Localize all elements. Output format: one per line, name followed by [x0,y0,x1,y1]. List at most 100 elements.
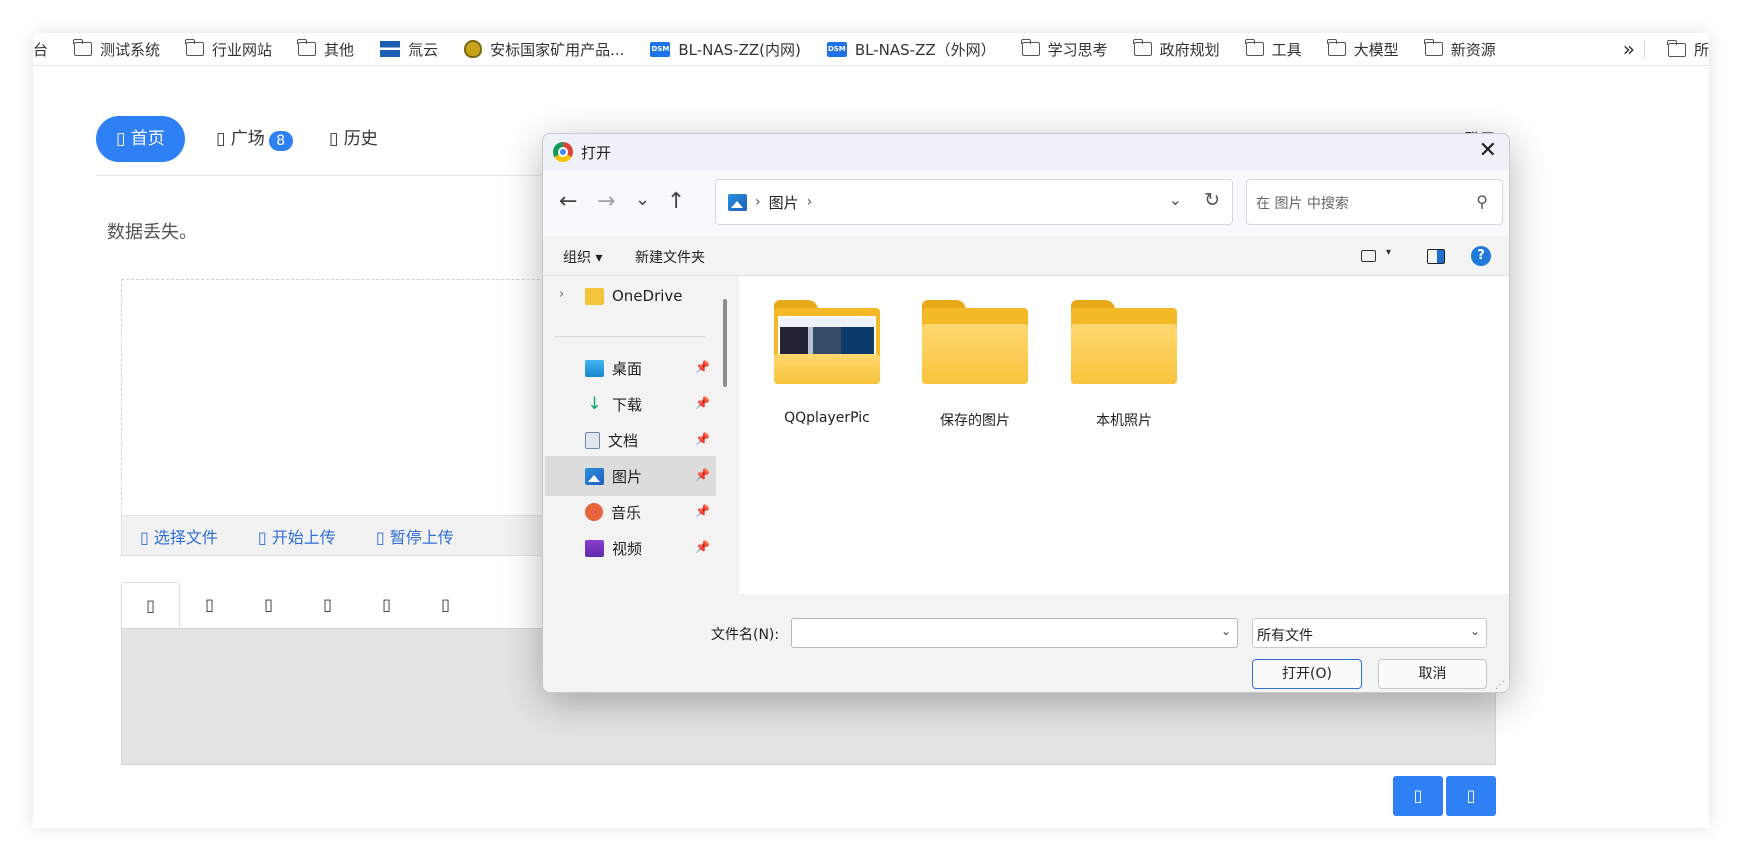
bookmark-item[interactable]: 学习思考 [1021,33,1108,65]
bookmark-label: 行业网站 [212,40,273,59]
folder-name: 本机照片 [1096,413,1152,429]
bookmark-item[interactable]: 工具 [1245,33,1302,65]
bookmark-item[interactable]: 安标国家矿用产品... [464,33,624,65]
bookmark-label: 学习思考 [1047,40,1108,59]
bookmark-item[interactable]: 台 [33,33,49,65]
folder-icon [297,39,317,56]
folder-icon [185,39,205,56]
open-button[interactable]: 打开(O) [1252,659,1362,689]
pin-icon: 📌 [695,504,710,518]
sidebar-item-music[interactable]: 音乐 📌 [545,492,716,532]
bookmarks-bar: 台 测试系统 行业网站 其他 氚云 安标国家矿用产品... DSM BL-NAS-ZZ(内网)… [33,33,1709,66]
chevron-down-icon[interactable]: ⌄ [1221,624,1231,638]
bookmark-label: 台 [33,40,49,59]
pin-icon: 📌 [695,468,710,482]
folder-item-qqplayerpic[interactable]: QQplayerPic [767,300,887,426]
folder-item-camera-roll[interactable]: 本机照片 [1064,300,1184,430]
bookmark-item[interactable]: DSM BL-NAS-ZZ(内网) [650,33,801,65]
new-folder-button[interactable]: 新建文件夹 [635,247,705,267]
document-icon [585,431,600,449]
bookmark-label: 大模型 [1353,40,1399,59]
bookmark-item-last[interactable]: 所 [1667,33,1709,66]
sidebar-item-documents[interactable]: 文档 📌 [545,420,716,460]
filename-label: 文件名(N): [711,627,780,643]
up-button[interactable]: ↑ [667,190,685,214]
breadcrumb-separator: › [755,194,761,210]
bookmark-item[interactable]: 其他 [297,33,354,65]
bookmarks-overflow-button[interactable]: » [1623,33,1635,66]
action-button-2[interactable]: ▯ [1446,776,1496,816]
tab-6[interactable]: ▯ [416,582,475,628]
shield-badge-icon [464,40,483,58]
tab-1[interactable]: ▯ [121,582,180,628]
bookmark-item[interactable]: 政府规划 [1133,33,1220,65]
view-dropdown-icon[interactable]: ▾ [1386,247,1391,258]
command-bar: 组织 ▾ 新建文件夹 ▾ ? [543,236,1509,276]
folder-name: QQplayerPic [784,410,870,426]
file-list: QQplayerPic 保存的图片 本机照片 [739,276,1509,594]
nav-square[interactable]: ▯ 广场 8 [196,116,313,162]
bookmark-label: 工具 [1271,40,1302,59]
search-box[interactable]: 在 图片 中搜索 ⚲ [1246,179,1503,225]
bookmark-label: 氚云 [408,40,439,59]
breadcrumb-pictures[interactable]: 图片 [769,192,799,213]
folder-icon [774,300,880,384]
sidebar-item-videos[interactable]: 视频 📌 [545,528,716,568]
action-button-1[interactable]: ▯ [1393,776,1443,816]
bookmark-item[interactable]: 氚云 [380,33,439,65]
sidebar-item-onedrive[interactable]: › OneDrive [545,276,716,316]
tab-5[interactable]: ▯ [357,582,416,628]
back-button[interactable]: ← [559,190,577,214]
close-button[interactable]: ✕ [1479,138,1497,163]
cancel-button[interactable]: 取消 [1378,659,1487,689]
folder-item-saved-pictures[interactable]: 保存的图片 [915,300,1035,430]
help-icon[interactable]: ? [1471,246,1491,266]
bookmark-item[interactable]: 新资源 [1424,33,1496,65]
address-bar[interactable]: › 图片 › ⌄ ↻ [715,179,1233,225]
sidebar-item-pictures[interactable]: 图片 📌 [545,456,716,496]
sidebar-item-downloads[interactable]: ↓ 下载 📌 [545,384,716,424]
bookmark-label: 测试系统 [100,40,161,59]
bookmark-label: BL-NAS-ZZ（外网） [854,40,996,59]
pin-icon: 📌 [695,360,710,374]
file-type-select[interactable]: 所有文件 ⌄ [1252,618,1487,648]
sidebar-item-label: 下载 [612,395,643,414]
address-dropdown-button[interactable]: ⌄ [1169,190,1182,209]
preview-pane-icon[interactable] [1427,249,1445,264]
tab-2[interactable]: ▯ [180,582,239,628]
download-icon: ↓ [587,393,602,414]
pin-icon: 📌 [695,396,710,410]
start-upload-button[interactable]: ▯ 开始上传 [258,524,336,548]
breadcrumb-chevron[interactable]: › [807,194,813,210]
bookmark-item[interactable]: 行业网站 [185,33,273,65]
bookmark-item[interactable]: 测试系统 [73,33,161,65]
sidebar-item-label: 音乐 [611,503,642,522]
tab-strip: ▯ ▯ ▯ ▯ ▯ ▯ [121,582,475,628]
select-file-button[interactable]: ▯ 选择文件 [140,524,218,548]
sidebar-item-desktop[interactable]: 桌面 📌 [545,348,716,388]
pictures-icon [728,193,747,211]
expand-chevron-icon[interactable]: › [559,287,564,302]
bookmark-item[interactable]: 大模型 [1327,33,1399,65]
folder-icon [1071,300,1177,384]
folder-icon [1021,39,1040,56]
nav-history[interactable]: ▯ 历史 [309,116,398,162]
pause-upload-button[interactable]: ▯ 暂停上传 [376,524,454,548]
recent-locations-button[interactable]: ⌄ [635,188,650,212]
filename-input[interactable]: ⌄ [791,618,1238,648]
forward-button[interactable]: → [597,190,615,214]
search-placeholder: 在 图片 中搜索 [1256,196,1349,212]
sidebar-scrollbar[interactable] [723,299,727,387]
view-mode-icon[interactable] [1361,250,1376,262]
bookmark-item[interactable]: DSM BL-NAS-ZZ（外网） [826,33,996,65]
chevron-down-icon: ⌄ [1469,624,1480,638]
nav-home[interactable]: ▯ 首页 [96,116,185,162]
tab-3[interactable]: ▯ [239,582,298,628]
tab-4[interactable]: ▯ [298,582,357,628]
resize-grip-icon[interactable]: ⋰ [1495,680,1505,691]
organize-menu[interactable]: 组织 ▾ [563,247,602,267]
folder-icon [585,287,604,305]
search-icon: ⚲ [1476,192,1488,211]
refresh-button[interactable]: ↻ [1204,189,1220,211]
video-icon [585,539,604,557]
